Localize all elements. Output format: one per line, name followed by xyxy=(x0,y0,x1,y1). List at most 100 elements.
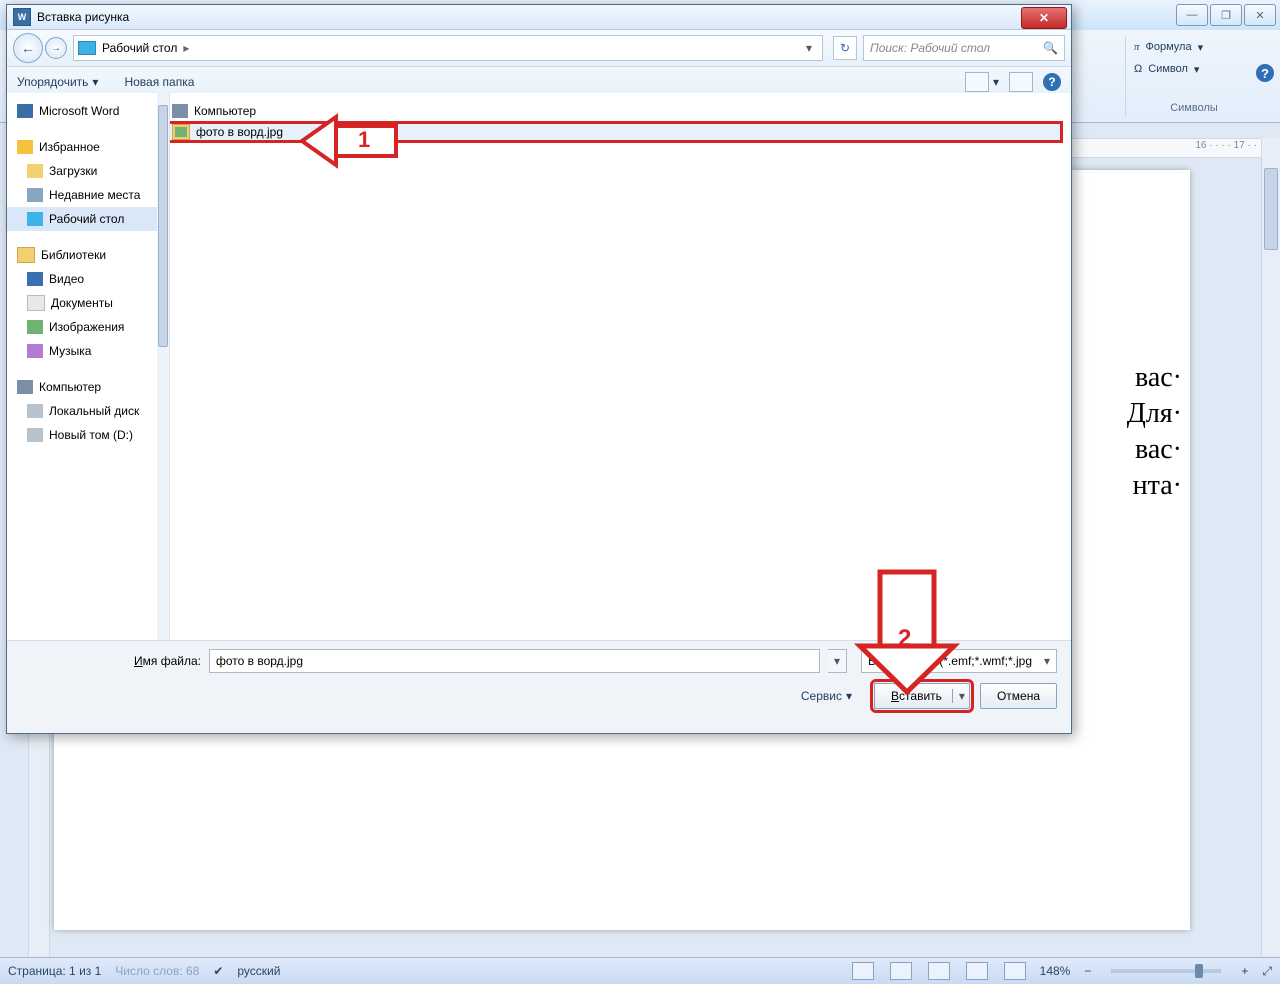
breadcrumb-location[interactable]: Рабочий стол xyxy=(102,41,177,55)
nav-forward-button[interactable]: → xyxy=(45,37,67,59)
folder-icon xyxy=(27,164,43,178)
views-button[interactable]: ▾ xyxy=(965,72,999,92)
scrollbar-thumb[interactable] xyxy=(1264,168,1278,250)
dialog-footer: ИИмя файла:мя файла: фото в ворд.jpg ▾ В… xyxy=(7,640,1071,733)
chevron-down-icon: ▾ xyxy=(993,75,999,89)
status-word-count[interactable]: Число слов: 68 xyxy=(115,964,199,978)
filename-input[interactable]: фото в ворд.jpg xyxy=(209,649,820,673)
ribbon-formula-button[interactable]: πФормула ▾ xyxy=(1134,36,1262,58)
sidebar-item-desktop[interactable]: Рабочий стол xyxy=(7,207,157,231)
ribbon-group-symbols: πФормула ▾ ΩСимвол ▾ Символы xyxy=(1125,36,1262,116)
insert-button-label: ставить xyxy=(899,689,942,703)
vertical-scrollbar[interactable] xyxy=(1261,138,1280,958)
new-folder-label: Новая папка xyxy=(124,75,194,89)
new-folder-button[interactable]: Новая папка xyxy=(124,75,194,89)
dialog-help-button[interactable]: ? xyxy=(1043,73,1061,91)
disk-icon xyxy=(27,404,43,418)
sidebar-item-video[interactable]: Видео xyxy=(7,267,157,291)
refresh-button[interactable]: ↻ xyxy=(833,36,857,60)
word-minimize-button[interactable]: — xyxy=(1176,4,1208,26)
ruler-marks: 16 · · · · 17 · · xyxy=(1195,140,1257,151)
view-outline-button[interactable] xyxy=(966,962,988,980)
ribbon-formula-label: Формула xyxy=(1146,41,1192,53)
omega-icon: Ω xyxy=(1134,63,1142,75)
breadcrumb[interactable]: Рабочий стол ▸ ▾ xyxy=(73,35,823,61)
image-file-icon xyxy=(172,124,190,140)
sidebar-item-label: Документы xyxy=(51,296,113,310)
sidebar-item-favorites[interactable]: Избранное xyxy=(7,135,157,159)
sidebar-item-recent[interactable]: Недавние места xyxy=(7,183,157,207)
status-bar: Страница: 1 из 1 Число слов: 68 ✔ русски… xyxy=(0,957,1280,984)
sidebar-item-label: Недавние места xyxy=(49,188,140,202)
computer-icon xyxy=(172,104,188,118)
sidebar-item-images[interactable]: Изображения xyxy=(7,315,157,339)
text-line: нта· xyxy=(1127,468,1182,504)
preview-pane-button[interactable] xyxy=(1009,72,1033,92)
status-spellcheck-icon[interactable]: ✔ xyxy=(213,964,223,978)
computer-icon xyxy=(17,380,33,394)
document-icon xyxy=(27,295,45,311)
search-input[interactable]: Поиск: Рабочий стол 🔍 xyxy=(863,35,1065,61)
scrollbar-thumb[interactable] xyxy=(158,105,168,347)
status-page[interactable]: Страница: 1 из 1 xyxy=(8,964,101,978)
word-close-button[interactable]: ✕ xyxy=(1244,4,1276,26)
libraries-icon xyxy=(17,247,35,263)
sidebar-item-documents[interactable]: Документы xyxy=(7,291,157,315)
sidebar-scrollbar[interactable] xyxy=(157,93,170,657)
desktop-icon xyxy=(27,212,43,226)
list-item-label: фото в ворд.jpg xyxy=(196,125,283,139)
sidebar-item-word[interactable]: Microsoft Word xyxy=(7,99,157,123)
list-item-photo[interactable]: фото в ворд.jpg xyxy=(168,123,1061,141)
chevron-down-icon: ▾ xyxy=(1194,63,1200,76)
breadcrumb-arrow-icon[interactable]: ▸ xyxy=(183,41,189,55)
zoom-in-button[interactable]: + xyxy=(1241,964,1248,978)
document-text-fragment: вас· Для· вас· нта· xyxy=(1127,360,1182,504)
ribbon-symbol-label: Символ xyxy=(1148,63,1188,75)
sidebar-item-music[interactable]: Музыка xyxy=(7,339,157,363)
sidebar-item-libraries[interactable]: Библиотеки xyxy=(7,243,157,267)
zoom-out-button[interactable]: − xyxy=(1084,964,1091,978)
sidebar-item-local-disk[interactable]: Локальный диск xyxy=(7,399,157,423)
insert-button[interactable]: Вставить▾ xyxy=(874,683,970,709)
chevron-down-icon: ▾ xyxy=(1198,41,1204,54)
file-list[interactable]: Компьютер фото в ворд.jpg xyxy=(158,93,1071,657)
zoom-fit-button[interactable]: ⤢ xyxy=(1262,964,1272,979)
word-icon: W xyxy=(13,8,31,26)
view-fullscreen-reading-button[interactable] xyxy=(890,962,912,980)
zoom-slider[interactable] xyxy=(1111,969,1221,973)
ribbon-symbol-button[interactable]: Ω Символ ▾ xyxy=(1134,58,1262,80)
breadcrumb-history-dropdown[interactable]: ▾ xyxy=(800,41,818,55)
file-type-filter[interactable]: Все рисунки (*.emf;*.wmf;*.jpg▾ xyxy=(861,649,1057,673)
view-draft-button[interactable] xyxy=(1004,962,1026,980)
word-maximize-button[interactable]: ❐ xyxy=(1210,4,1242,26)
list-item-computer[interactable]: Компьютер xyxy=(168,103,1061,119)
filename-history-dropdown[interactable]: ▾ xyxy=(828,649,847,673)
nav-back-button[interactable]: ← xyxy=(13,33,43,63)
desktop-icon xyxy=(78,41,96,55)
dialog-close-button[interactable]: ✕ xyxy=(1021,7,1067,29)
sidebar-item-new-volume[interactable]: Новый том (D:) xyxy=(7,423,157,447)
search-icon[interactable]: 🔍 xyxy=(1043,41,1058,55)
sidebar-item-label: Локальный диск xyxy=(49,404,139,418)
view-web-layout-button[interactable] xyxy=(928,962,950,980)
sidebar-item-label: Microsoft Word xyxy=(39,104,119,118)
view-print-layout-button[interactable] xyxy=(852,962,874,980)
organize-label: Упорядочить xyxy=(17,75,88,89)
sidebar-item-downloads[interactable]: Загрузки xyxy=(7,159,157,183)
cancel-button[interactable]: Отмена xyxy=(980,683,1057,709)
search-placeholder: Поиск: Рабочий стол xyxy=(870,41,990,55)
recent-icon xyxy=(27,188,43,202)
organize-menu[interactable]: Упорядочить ▾ xyxy=(17,75,98,89)
filename-label: ИИмя файла:мя файла: xyxy=(21,654,201,668)
zoom-level[interactable]: 148% xyxy=(1040,964,1071,978)
text-line: вас· xyxy=(1127,360,1182,396)
tools-menu[interactable]: Сервис ▾ xyxy=(801,689,852,703)
sidebar-item-label: Новый том (D:) xyxy=(49,428,133,442)
music-icon xyxy=(27,344,43,358)
dialog-titlebar[interactable]: W Вставка рисунка ✕ xyxy=(7,5,1071,30)
insert-split-dropdown[interactable]: ▾ xyxy=(952,689,965,703)
sidebar-item-label: Компьютер xyxy=(39,380,101,394)
star-icon xyxy=(17,140,33,154)
sidebar-item-computer[interactable]: Компьютер xyxy=(7,375,157,399)
status-language[interactable]: русский xyxy=(237,964,280,978)
